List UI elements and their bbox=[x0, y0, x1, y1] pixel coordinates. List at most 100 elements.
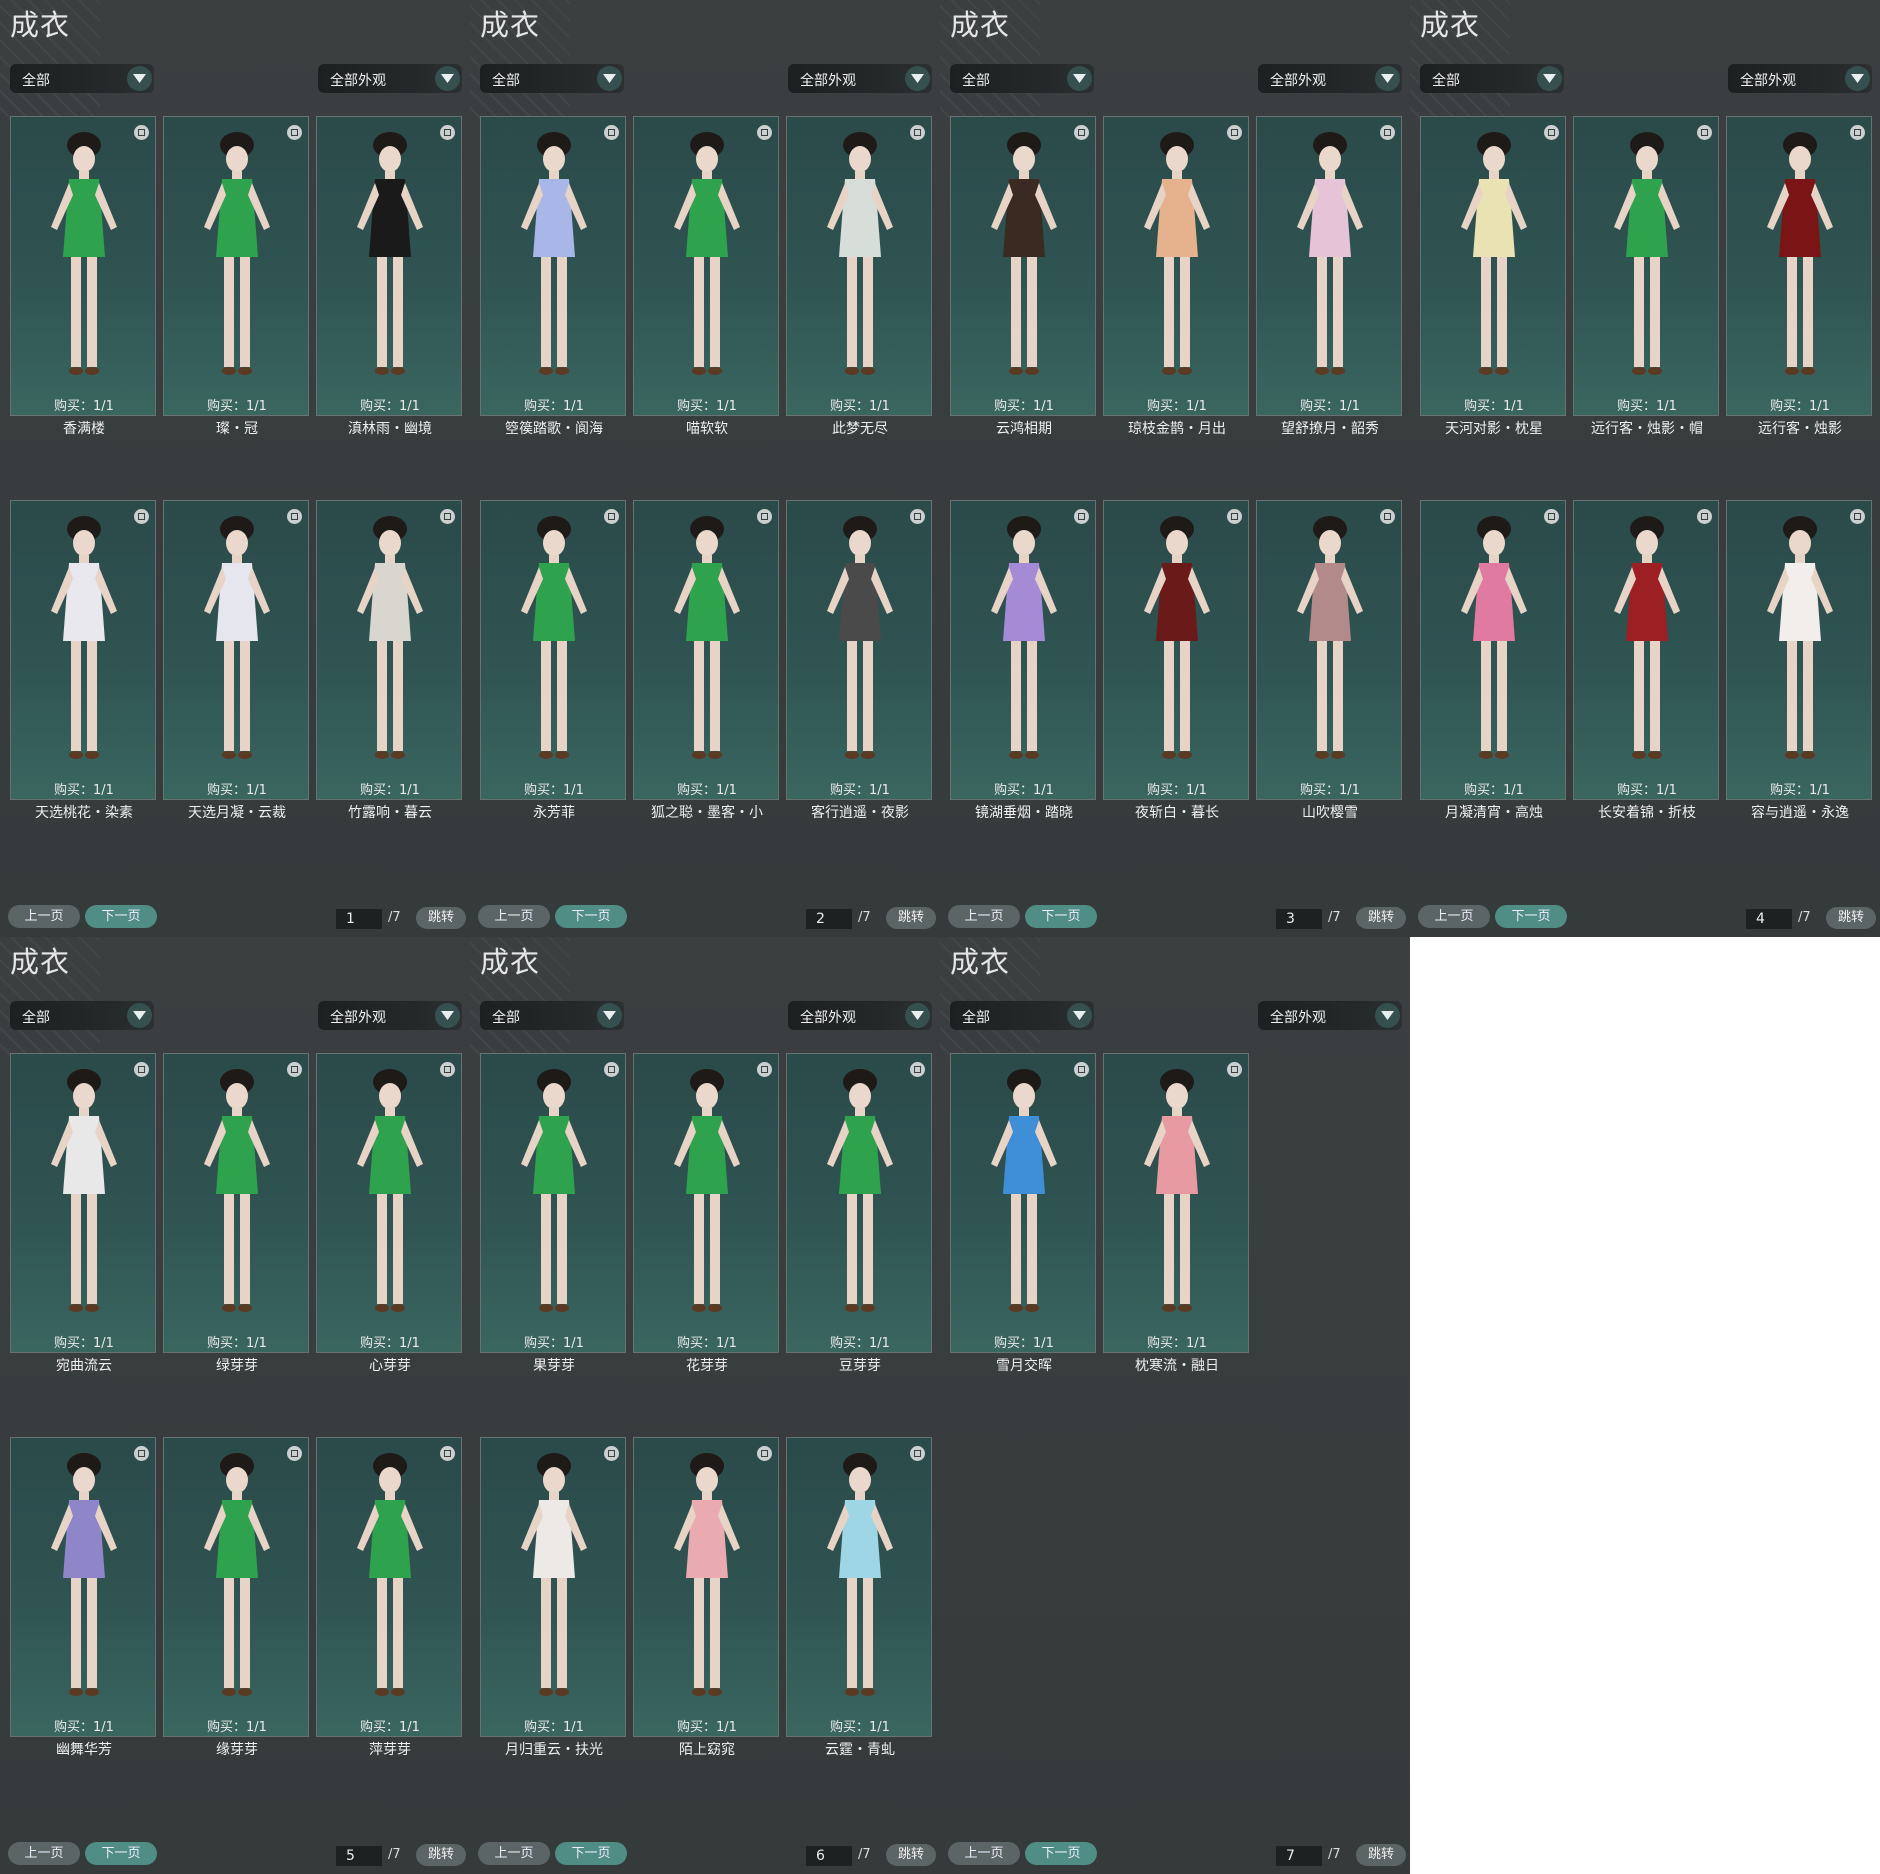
chevron-down-icon[interactable] bbox=[1067, 66, 1092, 91]
category-filter-dropdown[interactable]: 全部 bbox=[950, 1001, 1094, 1030]
outfit-card[interactable]: 购买：1/1 幽舞华芳 bbox=[10, 1437, 156, 1758]
outfit-name: 果芽芽 bbox=[533, 1358, 575, 1374]
chevron-down-icon[interactable] bbox=[905, 66, 930, 91]
next-page-button[interactable]: 下一页 bbox=[85, 905, 157, 928]
category-filter-dropdown[interactable]: 全部 bbox=[950, 64, 1094, 93]
outfit-card[interactable]: 购买：1/1 豆芽芽 bbox=[786, 1053, 932, 1374]
outfit-card[interactable]: 购买：1/1 果芽芽 bbox=[480, 1053, 626, 1374]
jump-button[interactable]: 跳转 bbox=[1826, 907, 1876, 929]
chevron-down-icon[interactable] bbox=[1067, 1003, 1092, 1028]
outfit-card[interactable]: 购买：1/1 香满楼 bbox=[10, 116, 156, 437]
outfit-card[interactable]: 购买：1/1 雪月交晖 bbox=[950, 1053, 1096, 1374]
outfit-card[interactable]: 购买：1/1 狐之聪・墨客・小 bbox=[633, 500, 779, 821]
outfit-card[interactable]: 购买：1/1 远行客・烛影・帽 bbox=[1573, 116, 1719, 437]
outfit-card[interactable]: 购买：1/1 此梦无尽 bbox=[786, 116, 932, 437]
chevron-down-icon[interactable] bbox=[435, 66, 460, 91]
page-number-input[interactable]: 7 bbox=[1276, 1846, 1322, 1866]
outfit-card[interactable]: 购买：1/1 镜湖垂烟・踏晓 bbox=[950, 500, 1096, 821]
outfit-card[interactable]: 购买：1/1 山吹樱雪 bbox=[1256, 500, 1402, 821]
outfit-card[interactable]: 购买：1/1 夜斩白・暮长 bbox=[1103, 500, 1249, 821]
next-page-button[interactable]: 下一页 bbox=[555, 1842, 627, 1865]
page-number-input[interactable]: 6 bbox=[806, 1846, 852, 1866]
chevron-down-icon[interactable] bbox=[1375, 1003, 1400, 1028]
jump-button[interactable]: 跳转 bbox=[416, 907, 466, 929]
category-filter-dropdown[interactable]: 全部 bbox=[1420, 64, 1564, 93]
page-number-input[interactable]: 1 bbox=[336, 909, 382, 929]
category-filter-dropdown[interactable]: 全部 bbox=[10, 1001, 154, 1030]
prev-page-button[interactable]: 上一页 bbox=[948, 905, 1020, 928]
jump-button[interactable]: 跳转 bbox=[1356, 907, 1406, 929]
outfit-card[interactable]: 购买：1/1 心芽芽 bbox=[316, 1053, 462, 1374]
outfit-card[interactable]: 购买：1/1 璨・冠 bbox=[163, 116, 309, 437]
chevron-down-icon[interactable] bbox=[905, 1003, 930, 1028]
prev-page-button[interactable]: 上一页 bbox=[8, 1842, 80, 1865]
outfit-card[interactable]: 购买：1/1 枕寒流・融日 bbox=[1103, 1053, 1249, 1374]
prev-page-button[interactable]: 上一页 bbox=[1418, 905, 1490, 928]
chevron-down-icon[interactable] bbox=[1537, 66, 1562, 91]
page-number-input[interactable]: 5 bbox=[336, 1846, 382, 1866]
outfit-card[interactable]: 购买：1/1 望舒撩月・韶秀 bbox=[1256, 116, 1402, 437]
prev-page-button[interactable]: 上一页 bbox=[948, 1842, 1020, 1865]
outfit-card[interactable]: 购买：1/1 远行客・烛影 bbox=[1726, 116, 1872, 437]
outfit-card[interactable]: 购买：1/1 绿芽芽 bbox=[163, 1053, 309, 1374]
outfit-card[interactable]: 购买：1/1 云霆・青虬 bbox=[786, 1437, 932, 1758]
chevron-down-icon[interactable] bbox=[597, 66, 622, 91]
next-page-button[interactable]: 下一页 bbox=[1025, 905, 1097, 928]
outfit-card[interactable]: 购买：1/1 琼枝金鹊・月出 bbox=[1103, 116, 1249, 437]
prev-page-button[interactable]: 上一页 bbox=[8, 905, 80, 928]
outfit-card[interactable]: 购买：1/1 陌上窈窕 bbox=[633, 1437, 779, 1758]
appearance-filter-dropdown[interactable]: 全部外观 bbox=[788, 64, 932, 93]
next-page-button[interactable]: 下一页 bbox=[1025, 1842, 1097, 1865]
next-page-button[interactable]: 下一页 bbox=[555, 905, 627, 928]
outfit-card[interactable]: 购买：1/1 长安着锦・折枝 bbox=[1573, 500, 1719, 821]
chevron-down-icon[interactable] bbox=[1845, 66, 1870, 91]
outfit-card[interactable]: 购买：1/1 天河对影・枕星 bbox=[1420, 116, 1566, 437]
outfit-card[interactable]: 购买：1/1 箜篌踏歌・阆海 bbox=[480, 116, 626, 437]
jump-button[interactable]: 跳转 bbox=[1356, 1844, 1406, 1866]
outfit-card[interactable]: 购买：1/1 客行逍遥・夜影 bbox=[786, 500, 932, 821]
jump-button[interactable]: 跳转 bbox=[886, 907, 936, 929]
appearance-filter-dropdown[interactable]: 全部外观 bbox=[1728, 64, 1872, 93]
appearance-filter-label: 全部外观 bbox=[800, 1010, 856, 1026]
page-number-input[interactable]: 3 bbox=[1276, 909, 1322, 929]
appearance-filter-dropdown[interactable]: 全部外观 bbox=[318, 1001, 462, 1030]
chevron-down-icon[interactable] bbox=[1375, 66, 1400, 91]
appearance-filter-dropdown[interactable]: 全部外观 bbox=[1258, 1001, 1402, 1030]
prev-page-button[interactable]: 上一页 bbox=[478, 905, 550, 928]
outfit-card[interactable]: 购买：1/1 月归重云・扶光 bbox=[480, 1437, 626, 1758]
panel-title: 成衣 bbox=[10, 8, 71, 42]
outfit-name: 竹露响・暮云 bbox=[348, 805, 432, 821]
page-number-input[interactable]: 2 bbox=[806, 909, 852, 929]
outfit-card[interactable]: 购买：1/1 缘芽芽 bbox=[163, 1437, 309, 1758]
outfit-card[interactable]: 购买：1/1 云鸿相期 bbox=[950, 116, 1096, 437]
outfit-card[interactable]: 购买：1/1 喵软软 bbox=[633, 116, 779, 437]
category-filter-dropdown[interactable]: 全部 bbox=[480, 64, 624, 93]
outfit-card[interactable]: 购买：1/1 竹露响・暮云 bbox=[316, 500, 462, 821]
jump-button[interactable]: 跳转 bbox=[416, 1844, 466, 1866]
category-filter-dropdown[interactable]: 全部 bbox=[480, 1001, 624, 1030]
outfit-card[interactable]: 购买：1/1 天选月凝・云裁 bbox=[163, 500, 309, 821]
next-page-button[interactable]: 下一页 bbox=[85, 1842, 157, 1865]
outfit-card[interactable]: 购买：1/1 滇林雨・幽境 bbox=[316, 116, 462, 437]
jump-button[interactable]: 跳转 bbox=[886, 1844, 936, 1866]
appearance-filter-dropdown[interactable]: 全部外观 bbox=[1258, 64, 1402, 93]
appearance-filter-dropdown[interactable]: 全部外观 bbox=[318, 64, 462, 93]
outfit-card[interactable]: 购买：1/1 花芽芽 bbox=[633, 1053, 779, 1374]
chevron-down-icon[interactable] bbox=[127, 66, 152, 91]
outfit-card[interactable]: 购买：1/1 萍芽芽 bbox=[316, 1437, 462, 1758]
outfit-card[interactable]: 购买：1/1 宛曲流云 bbox=[10, 1053, 156, 1374]
category-filter-dropdown[interactable]: 全部 bbox=[10, 64, 154, 93]
outfit-card[interactable]: 购买：1/1 容与逍遥・永逸 bbox=[1726, 500, 1872, 821]
outfit-card[interactable]: 购买：1/1 永芳菲 bbox=[480, 500, 626, 821]
outfit-card[interactable]: 购买：1/1 月凝清宵・高烛 bbox=[1420, 500, 1566, 821]
chevron-down-icon[interactable] bbox=[127, 1003, 152, 1028]
appearance-filter-dropdown[interactable]: 全部外观 bbox=[788, 1001, 932, 1030]
outfit-card[interactable]: 购买：1/1 天选桃花・染素 bbox=[10, 500, 156, 821]
next-page-button[interactable]: 下一页 bbox=[1495, 905, 1567, 928]
outfit-name: 宛曲流云 bbox=[56, 1358, 112, 1374]
prev-page-button[interactable]: 上一页 bbox=[478, 1842, 550, 1865]
page-number-input[interactable]: 4 bbox=[1746, 909, 1792, 929]
purchase-count: 购买：1/1 bbox=[1770, 399, 1830, 414]
chevron-down-icon[interactable] bbox=[597, 1003, 622, 1028]
chevron-down-icon[interactable] bbox=[435, 1003, 460, 1028]
